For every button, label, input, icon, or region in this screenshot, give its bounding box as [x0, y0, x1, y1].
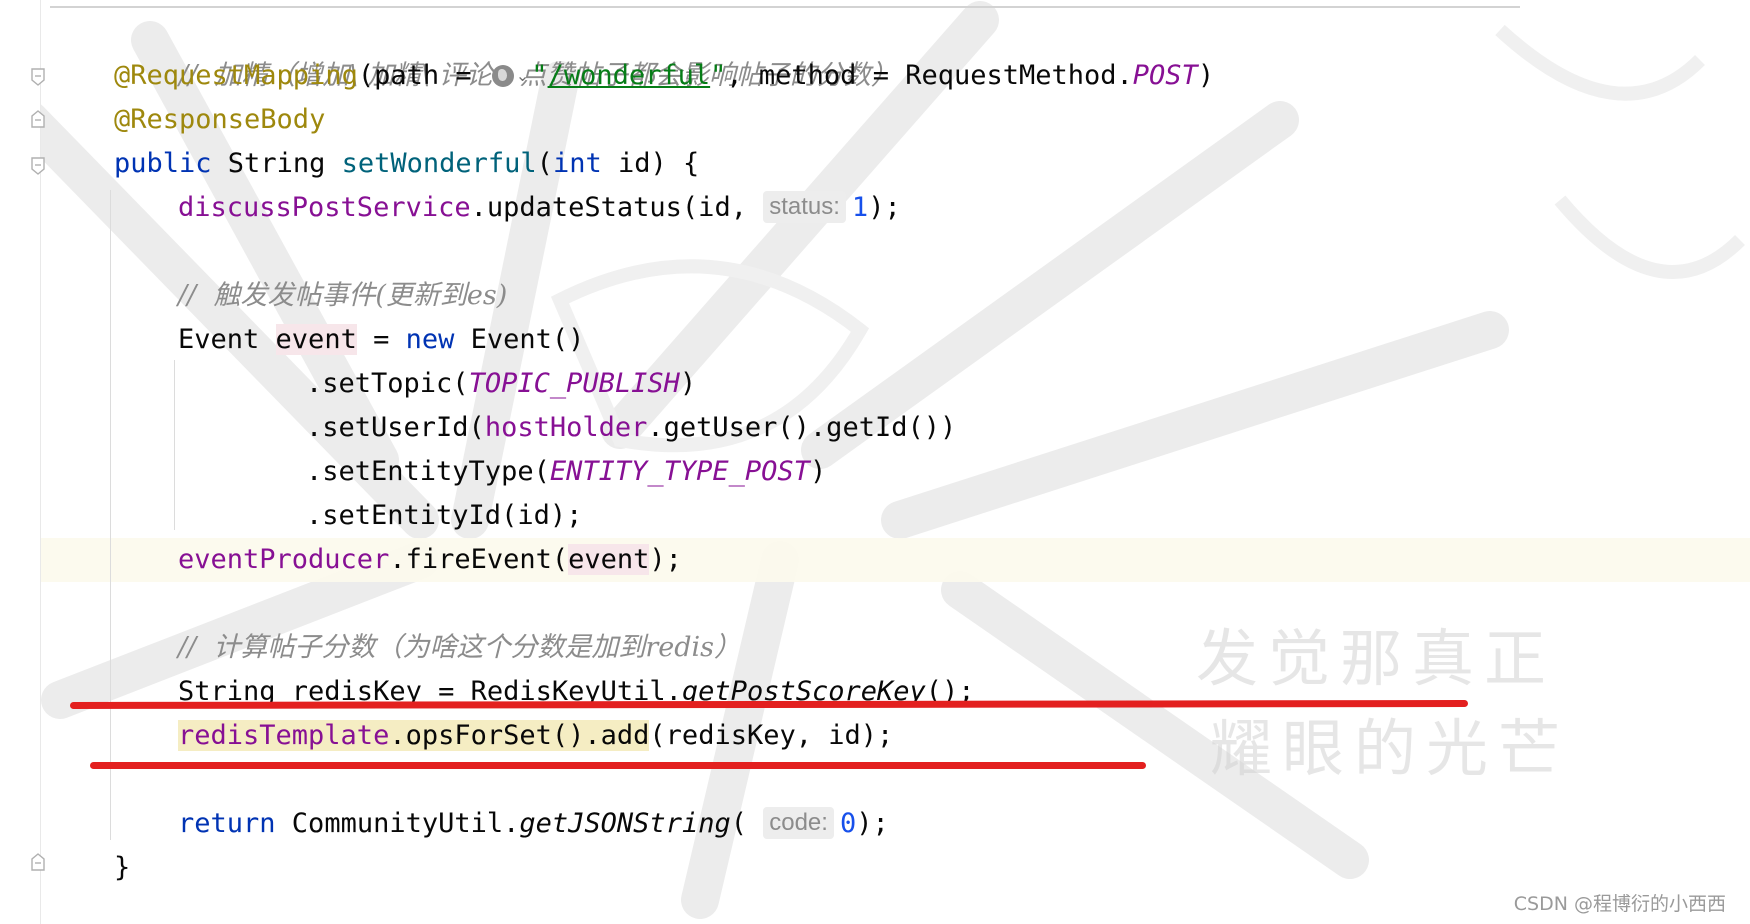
keyword: return	[178, 808, 276, 839]
code-line[interactable]: eventProducer.fireEvent(event);	[178, 538, 682, 582]
editor-gutter[interactable]	[0, 0, 41, 924]
method-name: setWonderful	[341, 148, 537, 179]
code-token: String	[211, 148, 342, 179]
comment: // 触发发帖事件(更新到es)	[178, 280, 508, 311]
field-ref: eventProducer	[178, 544, 390, 575]
warning-highlight: redisTemplate.opsForSet().add	[178, 720, 650, 751]
fold-start-icon[interactable]	[31, 68, 45, 86]
watermark-text: 发觉那真正	[1196, 622, 1557, 695]
code-token: , method = RequestMethod.	[726, 60, 1133, 91]
code-token: );	[649, 544, 682, 575]
string-quote: "	[710, 60, 727, 91]
field-ref: discussPostService	[178, 192, 471, 223]
code-line[interactable]: .setEntityType(ENTITY_TYPE_POST)	[306, 450, 826, 494]
code-line[interactable]: .setUserId(hostHolder.getUser().getId())	[306, 406, 956, 450]
fold-end-icon[interactable]	[31, 853, 45, 871]
code-token: .opsForSet().add	[389, 720, 650, 751]
fold-start-icon[interactable]	[31, 157, 45, 175]
code-token: .setEntityType(	[306, 456, 550, 487]
field-ref: hostHolder	[484, 412, 648, 443]
code-line[interactable]: discussPostService.updateStatus(id, stat…	[178, 186, 901, 230]
field-ref: redisTemplate	[178, 720, 390, 751]
code-token: Event	[178, 324, 276, 355]
code-token: .fireEvent(	[389, 544, 569, 575]
number-literal: 1	[851, 192, 869, 223]
csdn-credit: CSDN @程博衍的小西西	[1513, 893, 1726, 915]
indent-guide	[110, 190, 111, 840]
keyword: new	[405, 324, 455, 355]
code-line[interactable]: @ResponseBody	[114, 98, 325, 142]
code-token: .setTopic(	[306, 368, 469, 399]
code-line[interactable]: Event event = new Event()	[178, 318, 584, 362]
code-token: (	[730, 808, 764, 839]
annotation: @ResponseBody	[114, 104, 326, 135]
code-token: Event()	[454, 324, 585, 355]
code-token: (path =	[357, 60, 488, 91]
code-line[interactable]: redisTemplate.opsForSet().add(redisKey, …	[178, 714, 893, 758]
code-token: );	[856, 808, 889, 839]
keyword: public	[114, 148, 212, 179]
code-line[interactable]: .setEntityId(id);	[306, 494, 582, 538]
closing-brace: }	[114, 852, 131, 883]
code-line[interactable]: // 计算帖子分数（为啥这个分数是加到redis）	[178, 626, 741, 670]
fold-end-icon[interactable]	[31, 110, 45, 128]
code-line[interactable]: // 加精（增加\ 加精\ 评论、点赞帖子都会影响帖子的分数）	[114, 10, 898, 91]
code-token: .setUserId(	[306, 412, 485, 443]
variable-highlight: event	[568, 544, 650, 575]
indent-guide	[174, 360, 175, 530]
watermark-text: 耀眼的光芒	[1210, 712, 1571, 785]
parameter-hint: code:	[763, 807, 834, 839]
constant-ref: TOPIC_PUBLISH	[468, 368, 680, 399]
parameter-hint: status:	[763, 191, 846, 223]
constant-ref: ENTITY_TYPE_POST	[549, 456, 810, 487]
chevron-down-icon[interactable]: ⌄	[516, 54, 529, 98]
code-line[interactable]: return CommunityUtil.getJSONString( code…	[178, 802, 889, 846]
method-separator	[50, 6, 1520, 8]
code-token: =	[356, 324, 406, 355]
code-token: .updateStatus(id,	[470, 192, 764, 223]
code-token: )	[679, 368, 697, 399]
static-method-call: getJSONString	[519, 808, 731, 839]
red-underline-marker	[90, 762, 1146, 769]
code-token: (	[536, 148, 553, 179]
code-editor[interactable]: 发觉那真正 耀眼的光芒 // 加精（增加\ 加精\ 评论、点赞帖子都会影响帖子的…	[0, 0, 1750, 924]
code-token: .getUser().getId())	[647, 412, 957, 443]
keyword: int	[552, 148, 602, 179]
code-line[interactable]: }	[114, 846, 130, 890]
enum-constant: POST	[1132, 60, 1198, 91]
code-line[interactable]: // 触发发帖事件(更新到es)	[178, 274, 507, 318]
variable-highlight: event	[275, 324, 357, 355]
code-line[interactable]: @RequestMapping(path = ⌄"/wonderful", me…	[114, 54, 1214, 98]
string-quote: "	[531, 60, 548, 91]
code-line[interactable]: public String setWonderful(int id) {	[114, 142, 699, 186]
code-token: CommunityUtil.	[275, 808, 520, 839]
code-token: .setEntityId(id);	[306, 500, 583, 531]
endpoint-link[interactable]: /wonderful	[548, 60, 711, 91]
code-token: id) {	[601, 148, 700, 179]
code-line[interactable]: .setTopic(TOPIC_PUBLISH)	[306, 362, 696, 406]
comment: // 计算帖子分数（为啥这个分数是加到redis）	[178, 632, 742, 663]
number-literal: 0	[839, 808, 857, 839]
code-token: );	[868, 192, 901, 223]
code-token: (redisKey, id);	[649, 720, 894, 751]
globe-icon[interactable]	[491, 65, 514, 87]
code-token: )	[809, 456, 827, 487]
code-token: )	[1197, 60, 1215, 91]
annotation: @RequestMapping	[114, 60, 358, 91]
